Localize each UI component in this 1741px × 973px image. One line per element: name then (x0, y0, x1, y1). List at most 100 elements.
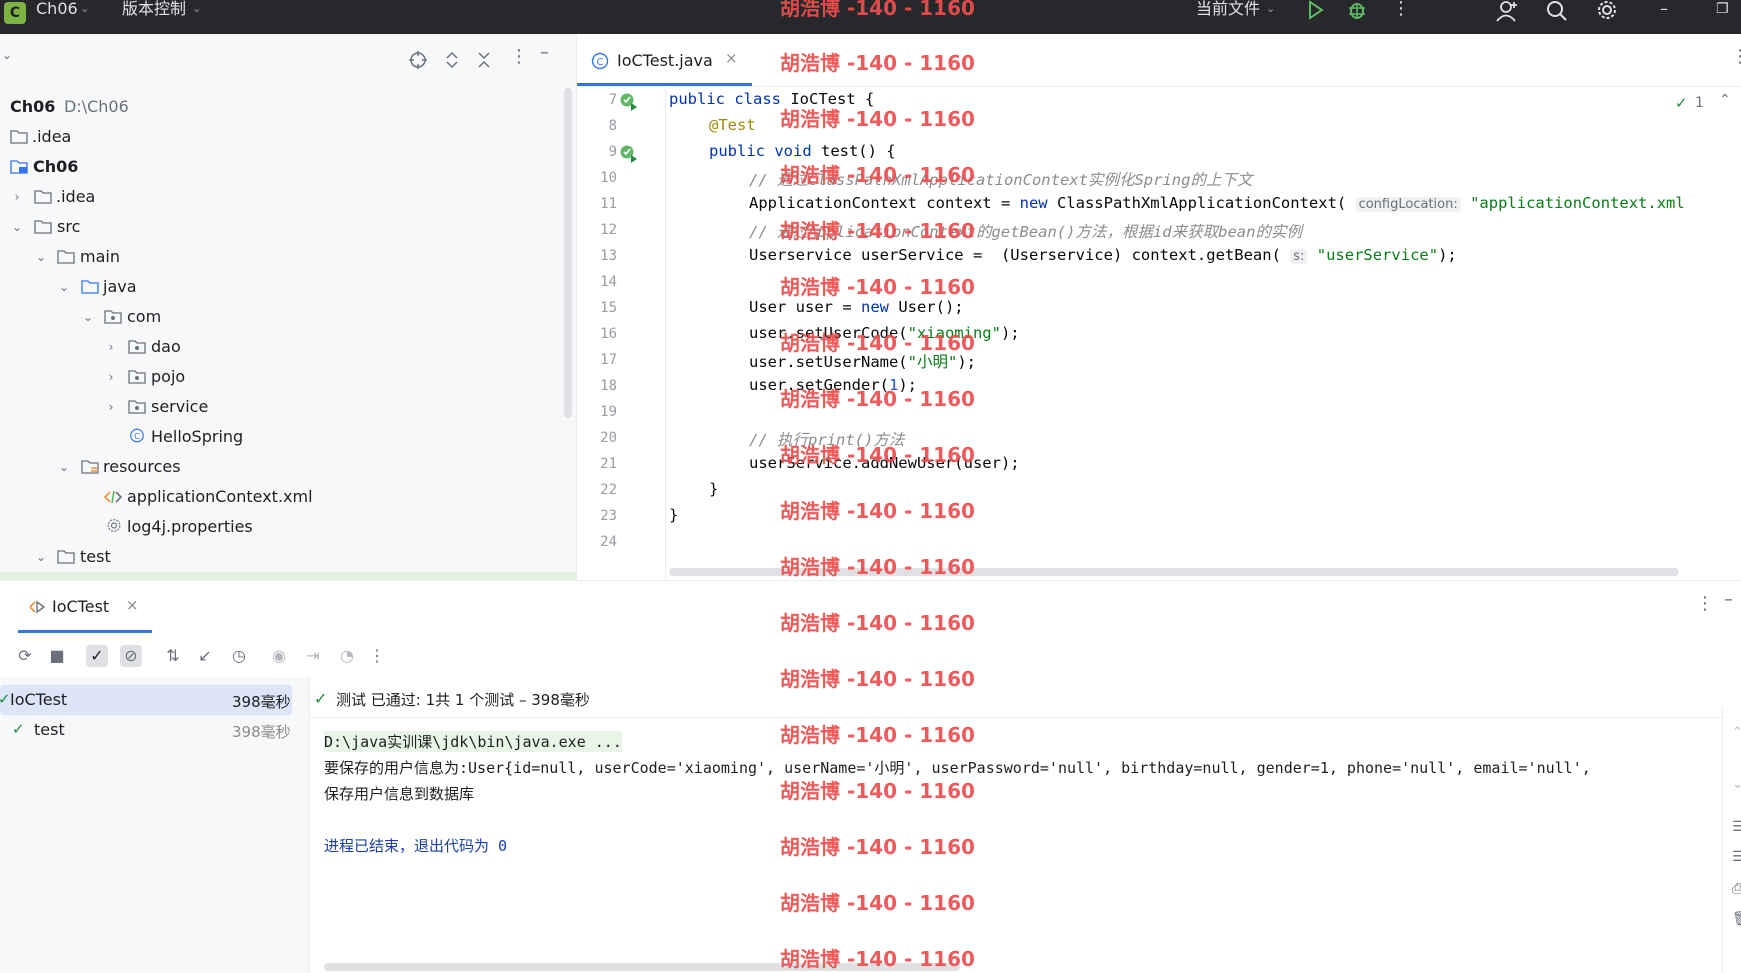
chevron-right-icon[interactable]: › (10, 182, 24, 212)
watermark: 胡浩博 -140 - 1160 (780, 667, 975, 691)
run-icon[interactable] (1302, 0, 1328, 22)
watermark: 胡浩博 -140 - 1160 (780, 835, 975, 859)
import-icon[interactable]: ↙ (194, 645, 216, 667)
gutter-divider (665, 86, 666, 580)
hide-panel-icon[interactable]: – (1724, 589, 1733, 610)
chevron-right-icon[interactable]: › (104, 332, 118, 362)
tab-run-ioctest[interactable]: IoCTest × (18, 581, 152, 633)
package-icon (128, 400, 146, 414)
collapse-all-icon[interactable] (474, 50, 494, 70)
chevron-down-icon[interactable]: ⌄ (2, 48, 12, 62)
scroll-to-end-icon[interactable]: ☰ (1732, 849, 1741, 865)
line-number: 24 (600, 534, 617, 550)
module-folder-icon (10, 160, 28, 174)
scrollbar[interactable] (564, 88, 572, 418)
project-name[interactable]: Ch06 (36, 0, 78, 18)
project-tool-window: ⌄ ⋮ – Ch06 D:\Ch06 .idea Ch06 › .idea ⌄ … (0, 34, 577, 580)
minimize-icon[interactable]: – (1660, 0, 1668, 18)
watermark: 胡浩博 -140 - 1160 (780, 443, 975, 467)
folder-icon (57, 550, 75, 564)
project-badge[interactable]: C (4, 2, 26, 24)
debug-icon[interactable] (1344, 0, 1370, 22)
add-user-icon[interactable] (1494, 0, 1520, 22)
export-icon[interactable]: ⇥ (302, 645, 324, 667)
xml-file-icon (104, 490, 122, 504)
tab-ioctest-java[interactable]: C IoCTest.java × (577, 34, 752, 86)
restore-icon[interactable]: ❐ (1716, 0, 1729, 18)
tree-root[interactable]: Ch06 D:\Ch06 (0, 92, 570, 122)
line-number: 16 (600, 326, 617, 342)
code-line: public void test() { (709, 142, 896, 160)
locate-icon[interactable] (408, 50, 428, 70)
chevron-up-icon[interactable]: ⌃ (1719, 92, 1731, 108)
line-number: 14 (600, 274, 617, 290)
show-passed-icon[interactable]: ✓ (86, 645, 108, 667)
chevron-down-icon[interactable]: ⌄ (1266, 0, 1275, 18)
watermark: 胡浩博 -140 - 1160 (780, 555, 975, 579)
camera-icon[interactable]: ◉ (268, 645, 290, 667)
console-line: 进程已结束，退出代码为 0 (324, 837, 508, 855)
run-config-selector[interactable]: 当前文件 (1196, 0, 1260, 18)
test-row-test[interactable]: ✓ test 398毫秒 (0, 715, 292, 745)
coverage-icon[interactable]: ◔ (336, 645, 358, 667)
watermark: 胡浩博 -140 - 1160 (780, 387, 975, 411)
code-line: @Test (709, 116, 756, 134)
more-vertical-icon[interactable]: ⋮ (510, 46, 528, 67)
chevron-right-icon[interactable]: › (104, 362, 118, 392)
run-test-icon[interactable] (619, 144, 639, 164)
chevron-down-icon[interactable]: ⌄ (34, 542, 48, 572)
more-vertical-icon[interactable]: ⋮ (1696, 593, 1714, 614)
close-icon[interactable]: × (126, 596, 139, 614)
editor: C IoCTest.java × ⋮ ✓ 1 ⌃ 7 8 9 10 11 12 … (577, 34, 1741, 580)
scroll-down-icon[interactable]: ⌄ (1732, 777, 1741, 792)
line-number: 12 (600, 222, 617, 238)
stop-icon[interactable]: ■ (46, 645, 68, 667)
console[interactable]: ✓ 测试 已通过: 1共 1 个测试 – 398毫秒 D:\java实训课\jd… (310, 677, 1741, 973)
console-line: D:\java实训课\jdk\bin\java.exe ... (324, 731, 622, 752)
line-number: 9 (608, 144, 617, 160)
line-number: 18 (600, 378, 617, 394)
package-icon (104, 310, 122, 324)
more-vertical-icon[interactable]: ⋮ (366, 645, 388, 667)
run-test-icon[interactable] (619, 92, 639, 112)
chevron-down-icon[interactable]: ⌄ (57, 272, 71, 302)
test-row-ioctest[interactable]: ✓ IoCTest 398毫秒 (0, 685, 292, 715)
watermark: 胡浩博 -140 - 1160 (780, 0, 975, 20)
inspection-count[interactable]: 1 (1695, 95, 1704, 111)
chevron-down-icon[interactable]: ⌄ (10, 212, 24, 242)
scroll-up-icon[interactable]: ⌃ (1732, 725, 1741, 740)
close-icon[interactable]: × (725, 49, 738, 67)
line-number: 8 (608, 118, 617, 134)
code-line: Userservice userService = (Userservice) … (749, 246, 1457, 264)
check-icon[interactable]: ✓ (1675, 94, 1688, 112)
chevron-right-icon[interactable]: › (104, 392, 118, 422)
chevron-down-icon[interactable]: ⌄ (34, 242, 48, 272)
chevron-down-icon[interactable]: ⌄ (80, 0, 89, 18)
watermark: 胡浩博 -140 - 1160 (780, 499, 975, 523)
test-run-icon (29, 600, 46, 614)
check-icon: ✓ (0, 690, 11, 708)
chevron-down-icon[interactable]: ⌄ (192, 0, 201, 18)
rerun-failed-icon[interactable]: ⟳ (14, 645, 36, 667)
parameter-hint: s: (1290, 249, 1308, 264)
chevron-down-icon[interactable]: ⌄ (57, 452, 71, 482)
show-ignored-icon[interactable]: ⊘ (120, 645, 142, 667)
sort-icon[interactable]: ⇅ (162, 645, 184, 667)
check-icon: ✓ (314, 689, 328, 708)
trash-icon[interactable]: 🗑 (1732, 911, 1741, 927)
line-number: 7 (608, 92, 617, 108)
soft-wrap-icon[interactable]: ☰ (1732, 819, 1741, 835)
more-vertical-icon[interactable]: ⋮ (1392, 0, 1410, 18)
vcs-menu[interactable]: 版本控制 (122, 0, 186, 18)
expand-all-icon[interactable] (442, 50, 462, 70)
settings-icon[interactable] (1594, 0, 1620, 22)
search-icon[interactable] (1544, 0, 1570, 22)
more-vertical-icon[interactable]: ⋮ (1731, 46, 1741, 67)
package-icon (128, 340, 146, 354)
hide-panel-icon[interactable]: – (540, 42, 549, 63)
print-icon[interactable]: ⎙ (1732, 881, 1741, 897)
watermark: 胡浩博 -140 - 1160 (780, 723, 975, 747)
chevron-down-icon[interactable]: ⌄ (81, 302, 95, 332)
history-icon[interactable]: ◷ (228, 645, 250, 667)
watermark: 胡浩博 -140 - 1160 (780, 779, 975, 803)
